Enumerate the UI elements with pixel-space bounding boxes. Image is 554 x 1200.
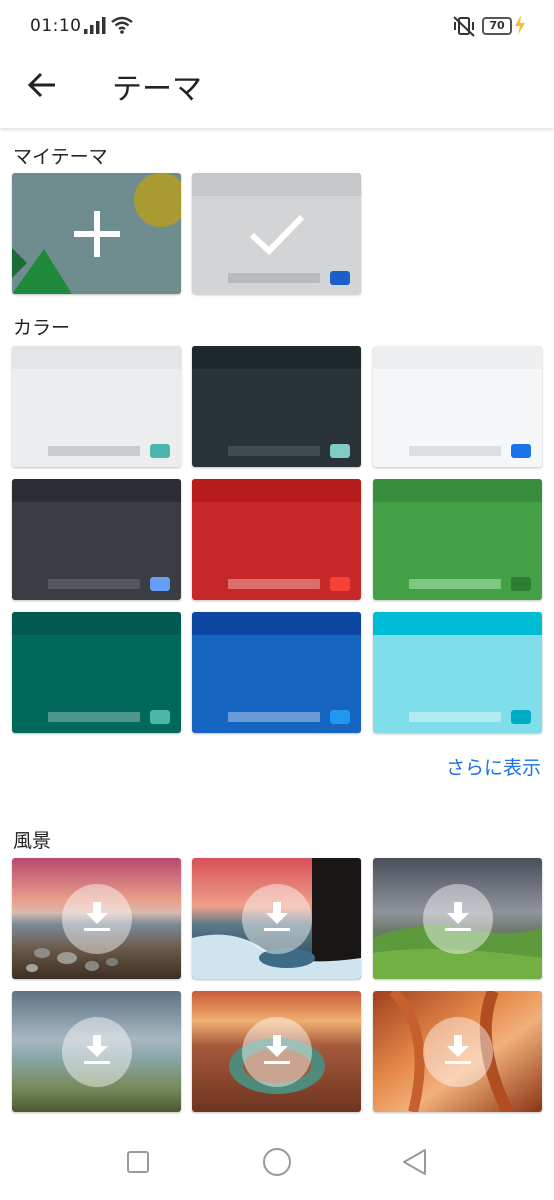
tile-keyboard-bar	[48, 446, 140, 456]
download-button[interactable]	[423, 1017, 493, 1087]
tile-keyboard-bar	[228, 273, 320, 283]
landscape-antelope-canyon[interactable]	[373, 991, 542, 1112]
download-button[interactable]	[242, 884, 312, 954]
tile-keyboard-bar	[409, 446, 501, 456]
tile-key	[330, 577, 350, 591]
arrow-back-icon[interactable]	[26, 68, 60, 102]
download-button[interactable]	[62, 884, 132, 954]
download-button[interactable]	[242, 1017, 312, 1087]
tile-top-bar	[373, 479, 542, 502]
wifi-icon	[111, 16, 133, 34]
landscape-beach-sunset[interactable]	[12, 858, 181, 979]
tile-keyboard-bar	[48, 579, 140, 589]
tile-top-bar	[192, 479, 361, 502]
download-icon	[84, 1035, 110, 1064]
tile-top-bar	[12, 612, 181, 635]
color-theme-blue[interactable]	[192, 612, 361, 733]
check-icon	[249, 214, 305, 255]
download-icon	[445, 902, 471, 931]
landscape-frozen-waterfall[interactable]	[192, 858, 361, 979]
recents-square-icon[interactable]	[118, 1142, 158, 1182]
download-button[interactable]	[62, 1017, 132, 1087]
tile-key	[330, 710, 350, 724]
status-time: 01:10	[30, 16, 82, 36]
color-theme-red[interactable]	[192, 479, 361, 600]
color-theme-green[interactable]	[373, 479, 542, 600]
home-circle-icon[interactable]	[257, 1142, 297, 1182]
tile-top-bar	[373, 346, 542, 369]
color-theme-dark[interactable]	[192, 346, 361, 467]
tile-keyboard-bar	[228, 579, 320, 589]
download-icon	[445, 1035, 471, 1064]
tile-keyboard-bar	[409, 712, 501, 722]
screen: 01:10 70 テーマ マイテーマ カラー さらに表示 風景	[0, 0, 554, 1200]
landscape-calm-shore[interactable]	[12, 991, 181, 1112]
tile-top-bar	[12, 479, 181, 502]
tile-key	[511, 710, 531, 724]
tile-top-bar	[192, 173, 361, 196]
tile-key	[330, 444, 350, 458]
tile-key	[150, 710, 170, 724]
page-title: テーマ	[112, 72, 202, 107]
color-theme-dark-gray[interactable]	[12, 479, 181, 600]
show-more-link[interactable]: さらに表示	[446, 753, 541, 780]
back-triangle-icon[interactable]	[395, 1142, 435, 1182]
color-theme-white[interactable]	[373, 346, 542, 467]
system-nav-bar	[0, 1124, 554, 1200]
download-icon	[264, 1035, 290, 1064]
tile-top-bar	[192, 346, 361, 369]
add-custom-theme-tile[interactable]	[12, 173, 181, 294]
tile-keyboard-bar	[409, 579, 501, 589]
tile-key	[511, 577, 531, 591]
tile-top-bar	[373, 612, 542, 635]
tile-key	[511, 444, 531, 458]
tile-key	[330, 271, 350, 285]
download-icon	[264, 902, 290, 931]
plus-icon	[74, 211, 120, 257]
charging-icon	[515, 15, 525, 35]
color-theme-cyan[interactable]	[373, 612, 542, 733]
tile-key	[150, 577, 170, 591]
selected-default-theme-tile[interactable]	[192, 173, 361, 294]
tile-top-bar	[12, 346, 181, 369]
tile-key	[150, 444, 170, 458]
landscape-green-hills[interactable]	[373, 858, 542, 979]
signal-icon	[84, 17, 106, 34]
tile-top-bar	[192, 612, 361, 635]
app-bar: テーマ	[0, 54, 554, 128]
color-theme-teal[interactable]	[12, 612, 181, 733]
section-label-landscapes: 風景	[13, 830, 52, 852]
status-bar: 01:10 70	[0, 0, 554, 54]
tile-keyboard-bar	[228, 446, 320, 456]
battery-icon: 70	[482, 17, 512, 35]
color-theme-light-gray[interactable]	[12, 346, 181, 467]
tile-keyboard-bar	[228, 712, 320, 722]
section-label-my-themes: マイテーマ	[13, 146, 108, 168]
download-icon	[84, 902, 110, 931]
landscape-horseshoe-canyon[interactable]	[192, 991, 361, 1112]
download-button[interactable]	[423, 884, 493, 954]
vibrate-off-icon	[453, 16, 475, 37]
section-label-colors: カラー	[13, 317, 71, 339]
tile-keyboard-bar	[48, 712, 140, 722]
